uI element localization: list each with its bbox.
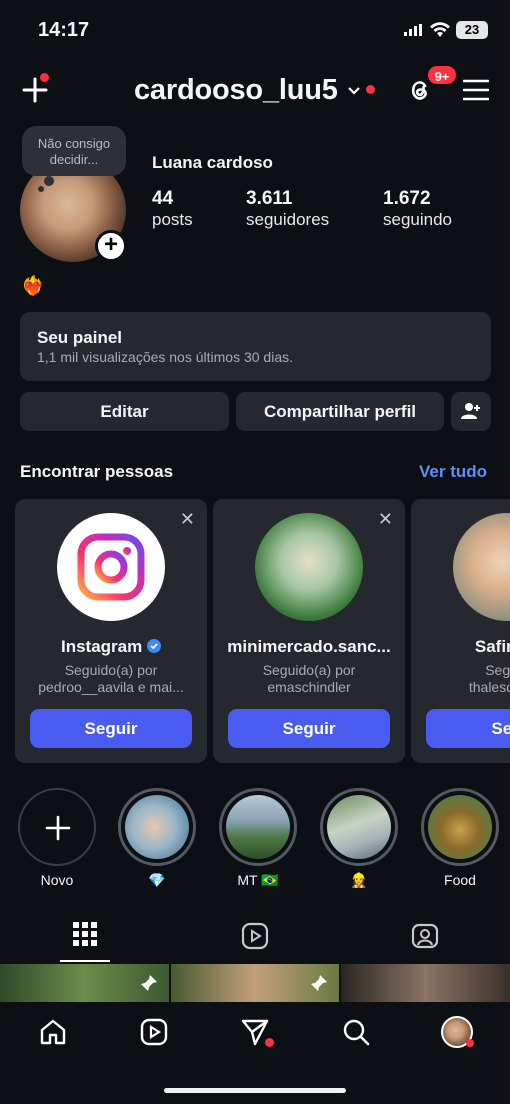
highlight-label: 💎 [148, 872, 166, 888]
suggestion-context-line2: emaschindler [267, 679, 351, 695]
pin-icon [311, 975, 327, 991]
profile-full-name: Luana cardoso [152, 153, 273, 172]
dashboard-subtitle: 1,1 mil visualizações nos últimos 30 dia… [37, 349, 294, 365]
dismiss-icon[interactable]: ✕ [378, 509, 393, 530]
followers-stat[interactable]: 3.611 seguidores [246, 188, 329, 230]
content-tabs [0, 914, 510, 964]
search-icon[interactable] [342, 1018, 370, 1046]
home-indicator [164, 1088, 346, 1093]
suggestion-avatar[interactable] [57, 513, 165, 621]
suggestion-card[interactable]: Safira B Seguid thalesqueiro Seg [411, 499, 510, 763]
highlight-label: MT 🇧🇷 [237, 872, 279, 888]
follow-button[interactable]: Seguir [30, 709, 192, 748]
suggestion-name[interactable]: Instagram [15, 637, 207, 657]
profile-username[interactable]: cardooso_luu5 [134, 74, 338, 107]
share-profile-button[interactable]: Compartilhar perfil [236, 392, 444, 431]
highlight-label: 👷‍♀️ [350, 872, 368, 888]
status-bar: 14:17 23 [0, 0, 510, 60]
pin-icon [141, 975, 157, 991]
follow-button[interactable]: Seguir [228, 709, 390, 748]
add-person-icon [461, 403, 480, 419]
account-notification-dot [366, 85, 375, 94]
bio-emoji: ❤️‍🔥 [21, 276, 45, 297]
battery-indicator: 23 [456, 21, 488, 39]
grid-icon [73, 922, 97, 946]
home-icon[interactable] [39, 1018, 67, 1046]
suggestion-context-line2: thalesqueiro [468, 679, 510, 695]
suggestion-name[interactable]: minimercado.sanc... [213, 637, 405, 657]
profile-notification-dot [466, 1039, 474, 1047]
suggestion-context-line2: pedroo__aavila e mai... [38, 679, 184, 695]
posts-grid [0, 964, 510, 1002]
following-stat[interactable]: 1.672 seguindo [383, 188, 452, 230]
status-time: 14:17 [38, 19, 90, 41]
suggestion-card[interactable]: ✕ minimercado.sanc... Seguido(a) por ema… [213, 499, 405, 763]
menu-icon[interactable] [463, 79, 489, 101]
posts-stat[interactable]: 44 posts [152, 188, 193, 230]
suggestions-title: Encontrar pessoas [20, 462, 174, 481]
notifications-badge: 9+ [426, 64, 458, 86]
signal-icon [404, 24, 422, 36]
followers-count: 3.611 [246, 188, 293, 209]
posts-count: 44 [152, 188, 174, 209]
highlight-label: Novo [40, 872, 74, 888]
see-all-link[interactable]: Ver tudo [419, 462, 487, 482]
discover-people-button[interactable] [451, 392, 491, 431]
plus-icon [45, 815, 71, 841]
story-highlight[interactable] [118, 788, 196, 866]
followers-label: seguidores [246, 210, 330, 229]
edit-profile-button[interactable]: Editar [20, 392, 229, 431]
add-story-button[interactable]: + [95, 230, 127, 262]
follow-button[interactable]: Seg [426, 709, 510, 748]
post-thumbnail[interactable] [341, 964, 510, 1002]
dismiss-icon[interactable]: ✕ [180, 509, 195, 530]
highlight-label: Food [444, 872, 476, 888]
note-bubble[interactable]: Não consigo decidir... [22, 126, 126, 176]
professional-dashboard[interactable]: Seu painel 1,1 mil visualizações nos últ… [20, 312, 491, 381]
posts-label: posts [152, 210, 193, 229]
active-tab-indicator [60, 960, 110, 962]
chevron-down-icon[interactable] [347, 86, 361, 96]
suggestion-context-line1: Seguido(a) por [64, 662, 158, 678]
new-highlight-button[interactable] [18, 788, 96, 866]
messages-notification-dot [265, 1038, 274, 1047]
suggestion-context-line1: Seguid [485, 662, 510, 678]
suggestion-avatar[interactable] [453, 513, 510, 621]
suggestion-card[interactable]: ✕ Instagram Seguido(a) por pedroo__aavil… [15, 499, 207, 763]
story-highlight[interactable] [421, 788, 499, 866]
story-highlight[interactable] [219, 788, 297, 866]
reels-icon[interactable] [140, 1018, 168, 1046]
following-label: seguindo [383, 210, 453, 229]
following-count: 1.672 [383, 188, 431, 209]
reels-tab-icon[interactable] [241, 922, 269, 950]
suggestion-avatar[interactable] [255, 513, 363, 621]
dashboard-title: Seu painel [37, 328, 123, 347]
story-highlight[interactable] [320, 788, 398, 866]
suggestion-context-line1: Seguido(a) por [262, 662, 356, 678]
suggestion-name[interactable]: Safira B [411, 637, 510, 657]
tab-grid[interactable] [60, 914, 110, 964]
verified-badge-icon [146, 639, 161, 653]
note-bubble-tail [44, 176, 54, 186]
create-notification-dot [40, 73, 49, 82]
tagged-tab-icon[interactable] [411, 921, 439, 949]
instagram-logo-icon [77, 533, 145, 601]
note-bubble-tail-small [38, 186, 44, 192]
wifi-icon [430, 22, 450, 37]
